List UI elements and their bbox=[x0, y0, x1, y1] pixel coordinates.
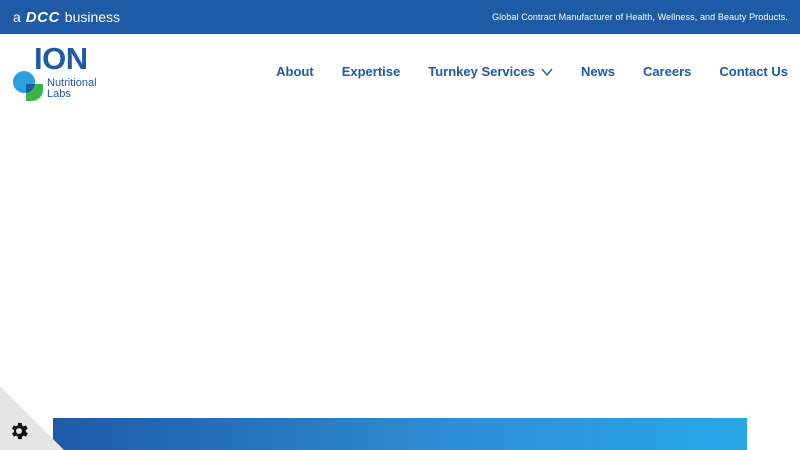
nav-careers[interactable]: Careers bbox=[643, 64, 691, 79]
nav-about[interactable]: About bbox=[276, 64, 314, 79]
nav-news-label: News bbox=[580, 64, 615, 79]
gear-icon bbox=[12, 422, 28, 440]
nav-contact-us-label: Contact Us bbox=[719, 64, 788, 79]
ion-logo[interactable]: ION Nutritional Labs bbox=[12, 42, 112, 102]
nav-contact-us[interactable]: Contact Us bbox=[719, 64, 788, 79]
nav-news[interactable]: News bbox=[581, 64, 615, 79]
logo-name: ION bbox=[34, 41, 88, 76]
chevron-down-icon bbox=[541, 68, 553, 76]
dcc-business-link[interactable]: a DCC business bbox=[13, 9, 120, 26]
nav-expertise-label: Expertise bbox=[341, 64, 401, 79]
hero-banner bbox=[53, 418, 747, 450]
main-nav: About Expertise Turnkey Services News Ca… bbox=[276, 64, 788, 79]
logo-subtitle-line2: Labs bbox=[47, 88, 71, 100]
brand-suffix: business bbox=[64, 8, 121, 25]
nav-turnkey-services-label: Turnkey Services bbox=[428, 64, 535, 79]
site-header: ION Nutritional Labs About Expertise Tur… bbox=[0, 34, 800, 114]
tagline: Global Contract Manufacturer of Health, … bbox=[492, 12, 788, 22]
nav-about-label: About bbox=[276, 64, 314, 79]
brand-prefix: a bbox=[13, 8, 21, 25]
nav-expertise[interactable]: Expertise bbox=[342, 64, 401, 79]
top-bar: a DCC business Global Contract Manufactu… bbox=[0, 0, 800, 34]
nav-careers-label: Careers bbox=[642, 64, 692, 79]
dcc-logo-text: DCC bbox=[25, 8, 60, 26]
nav-turnkey-services[interactable]: Turnkey Services bbox=[428, 64, 553, 79]
logo-subtitle: Nutritional Labs bbox=[47, 78, 97, 100]
